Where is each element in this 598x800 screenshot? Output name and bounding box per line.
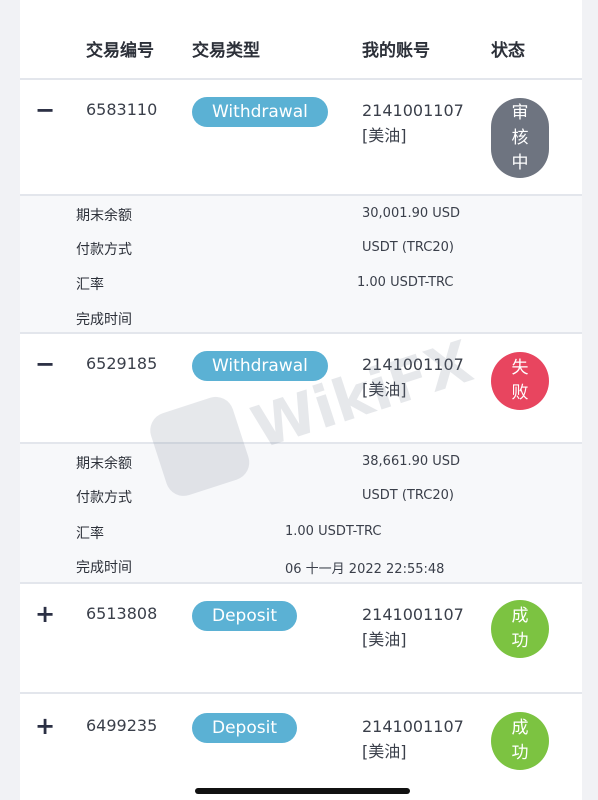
detail-value: 30,001.90 USD bbox=[362, 206, 461, 221]
account-cell: 2141001107 [美油] bbox=[362, 602, 464, 652]
detail-value: USDT (TRC20) bbox=[362, 488, 454, 503]
account-number: 2141001107 bbox=[362, 355, 464, 374]
status-badge: 失 败 bbox=[491, 352, 549, 410]
transaction-id: 6499235 bbox=[86, 716, 158, 735]
account-label: [美油] bbox=[362, 126, 407, 145]
table-header: 交易编号 交易类型 我的账号 状态 bbox=[20, 0, 582, 80]
detail-value: 1.00 USDT-TRC bbox=[357, 275, 454, 290]
account-number: 2141001107 bbox=[362, 101, 464, 120]
account-cell: 2141001107 [美油] bbox=[362, 714, 464, 764]
status-badge: 审 核 中 bbox=[491, 98, 549, 178]
transaction-id: 6529185 bbox=[86, 354, 158, 373]
table-row[interactable]: − 6529185 Withdrawal 2141001107 [美油] 失 败 bbox=[20, 334, 582, 444]
home-indicator[interactable] bbox=[195, 788, 410, 794]
detail-label: 期末余额 bbox=[76, 456, 132, 472]
transaction-type-badge: Deposit bbox=[192, 601, 297, 631]
header-account: 我的账号 bbox=[362, 41, 430, 61]
transaction-type-badge: Deposit bbox=[192, 713, 297, 743]
header-transaction-type: 交易类型 bbox=[192, 41, 260, 61]
table-row[interactable]: + 6499235 Deposit 2141001107 [美油] 成 功 bbox=[20, 696, 582, 800]
account-label: [美油] bbox=[362, 380, 407, 399]
detail-label: 付款方式 bbox=[76, 490, 132, 506]
detail-value: 06 十一月 2022 22:55:48 bbox=[285, 562, 445, 577]
transaction-id: 6583110 bbox=[86, 100, 158, 119]
status-char: 失 bbox=[511, 358, 529, 378]
collapse-icon[interactable]: − bbox=[34, 352, 56, 376]
detail-label: 汇率 bbox=[76, 277, 104, 293]
account-number: 2141001107 bbox=[362, 717, 464, 736]
status-char: 审 bbox=[511, 102, 529, 123]
detail-label: 完成时间 bbox=[76, 560, 132, 576]
detail-value: 1.00 USDT-TRC bbox=[285, 524, 382, 539]
transaction-type-badge: Withdrawal bbox=[192, 351, 328, 381]
account-cell: 2141001107 [美油] bbox=[362, 352, 464, 402]
expand-icon[interactable]: + bbox=[34, 602, 56, 626]
account-label: [美油] bbox=[362, 630, 407, 649]
status-char: 败 bbox=[511, 383, 529, 403]
detail-label: 期末余额 bbox=[76, 208, 132, 224]
detail-label: 汇率 bbox=[76, 526, 104, 542]
status-char: 核 bbox=[511, 127, 529, 148]
status-badge: 成 功 bbox=[491, 600, 549, 658]
status-char: 成 bbox=[511, 718, 529, 738]
account-label: [美油] bbox=[362, 742, 407, 761]
detail-value: USDT (TRC20) bbox=[362, 240, 454, 255]
detail-label: 完成时间 bbox=[76, 312, 132, 328]
status-badge: 成 功 bbox=[491, 712, 549, 770]
status-char: 功 bbox=[511, 631, 529, 651]
transaction-type-badge: Withdrawal bbox=[192, 97, 328, 127]
expand-icon[interactable]: + bbox=[34, 714, 56, 738]
transaction-id: 6513808 bbox=[86, 604, 158, 623]
table-row[interactable]: + 6513808 Deposit 2141001107 [美油] 成 功 bbox=[20, 584, 582, 694]
table-row[interactable]: − 6583110 Withdrawal 2141001107 [美油] 审 核… bbox=[20, 80, 582, 196]
collapse-icon[interactable]: − bbox=[34, 98, 56, 122]
header-transaction-id: 交易编号 bbox=[86, 41, 154, 61]
account-cell: 2141001107 [美油] bbox=[362, 98, 464, 148]
status-char: 中 bbox=[511, 152, 529, 173]
transaction-details: 期末余额 38,661.90 USD 付款方式 USDT (TRC20) 汇率 … bbox=[20, 444, 582, 584]
detail-value: 38,661.90 USD bbox=[362, 454, 461, 469]
transaction-details: 期末余额 30,001.90 USD 付款方式 USDT (TRC20) 汇率 … bbox=[20, 196, 582, 334]
detail-label: 付款方式 bbox=[76, 242, 132, 258]
status-char: 功 bbox=[511, 743, 529, 763]
account-number: 2141001107 bbox=[362, 605, 464, 624]
status-char: 成 bbox=[511, 606, 529, 626]
header-status: 状态 bbox=[491, 41, 525, 61]
